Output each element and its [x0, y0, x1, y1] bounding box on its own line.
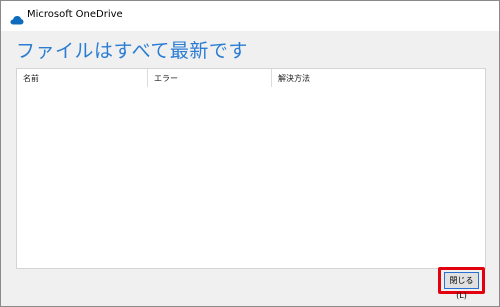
title-bar: Microsoft OneDrive — [1, 1, 499, 31]
onedrive-window: Microsoft OneDrive ファイルはすべて最新です 名前 エラー 解… — [0, 0, 500, 307]
list-header: 名前 エラー 解決方法 — [17, 69, 485, 87]
page-heading: ファイルはすべて最新です — [16, 40, 248, 62]
column-header-solution[interactable]: 解決方法 — [272, 69, 485, 87]
column-header-name[interactable]: 名前 — [17, 69, 148, 87]
window-title: Microsoft OneDrive — [27, 9, 123, 20]
close-button[interactable]: 閉じる(L) — [444, 272, 479, 300]
column-header-error[interactable]: エラー — [148, 69, 272, 87]
onedrive-cloud-icon — [10, 10, 24, 25]
error-list[interactable]: 名前 エラー 解決方法 — [16, 68, 486, 269]
